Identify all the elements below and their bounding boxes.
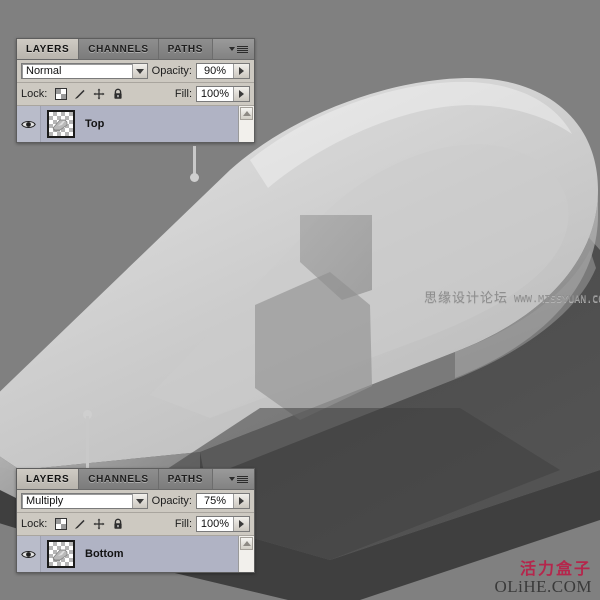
lock-image-pixels-icon[interactable] <box>74 518 86 530</box>
opacity-stepper-icon[interactable] <box>233 64 249 78</box>
eye-icon <box>21 550 36 558</box>
fill-label: Fill: <box>174 88 192 100</box>
olihe-logo: 活力盒子 OLiHE.COM <box>494 561 592 596</box>
blend-opacity-row: Normal Opacity: 90% <box>17 60 254 83</box>
fill-field[interactable]: 100% <box>196 516 250 532</box>
layer-row[interactable]: Top <box>17 106 254 142</box>
opacity-field[interactable]: 75% <box>196 493 250 509</box>
lock-all-icon[interactable] <box>112 518 124 530</box>
callout-stem <box>193 146 196 176</box>
layer-name: Bottom <box>85 548 124 560</box>
olihe-logo-cn: 活力盒子 <box>519 559 592 579</box>
lock-transparent-pixels-icon[interactable] <box>55 88 68 100</box>
tab-layers[interactable]: LAYERS <box>17 39 80 59</box>
lock-icon-group <box>55 518 124 530</box>
fill-label: Fill: <box>174 518 192 530</box>
layer-visibility-toggle[interactable] <box>17 536 41 572</box>
watermark-cn-text: 思缘设计论坛 <box>424 291 509 306</box>
fill-field[interactable]: 100% <box>196 86 250 102</box>
layer-list: Bottom <box>17 536 254 572</box>
tab-layers[interactable]: LAYERS <box>17 469 80 489</box>
layer-thumbnail[interactable] <box>47 110 75 138</box>
panel-menu-icon[interactable] <box>223 469 254 489</box>
panel-tab-strip: LAYERS CHANNELS PATHS <box>17 39 254 60</box>
eye-icon <box>21 120 36 128</box>
tab-channels[interactable]: CHANNELS <box>79 469 159 489</box>
scroll-up-icon[interactable] <box>240 537 253 550</box>
opacity-label: Opacity: <box>151 65 192 77</box>
layer-thumbnail-art <box>52 119 68 132</box>
blend-mode-value: Multiply <box>26 495 64 507</box>
layer-thumbnail[interactable] <box>47 540 75 568</box>
layer-visibility-toggle[interactable] <box>17 106 41 142</box>
tab-channels[interactable]: CHANNELS <box>79 39 159 59</box>
olihe-logo-en: OLiHE.COM <box>494 577 592 597</box>
blend-mode-select[interactable]: Normal <box>21 63 148 79</box>
opacity-value: 90% <box>197 64 233 78</box>
screenshot-canvas: LAYERS CHANNELS PATHS Normal Opacity: 90… <box>0 0 600 600</box>
lock-transparent-pixels-icon[interactable] <box>55 518 68 530</box>
tab-paths[interactable]: PATHS <box>158 469 214 489</box>
lock-icon-group <box>55 88 124 100</box>
opacity-value: 75% <box>197 494 233 508</box>
watermark-missyuan: 思缘设计论坛 WWW.MISSYUAN.COM <box>424 287 600 306</box>
hamburger-icon <box>237 475 248 483</box>
layer-list-scrollbar[interactable] <box>238 106 254 142</box>
lock-all-icon[interactable] <box>112 88 124 100</box>
tab-paths[interactable]: PATHS <box>158 39 214 59</box>
lock-fill-row: Lock: Fill: 100% <box>17 513 254 536</box>
chevron-down-icon <box>229 477 235 481</box>
fill-value: 100% <box>197 517 233 531</box>
lock-fill-row: Lock: Fill: 100% <box>17 83 254 106</box>
blend-mode-select[interactable]: Multiply <box>21 493 148 509</box>
lock-label: Lock: <box>21 88 48 100</box>
layer-thumbnail-art <box>52 549 68 562</box>
layers-panel-top: LAYERS CHANNELS PATHS Normal Opacity: 90… <box>16 38 255 143</box>
layer-list: Top <box>17 106 254 142</box>
lock-position-icon[interactable] <box>93 88 105 100</box>
fill-stepper-icon[interactable] <box>233 517 249 531</box>
bottom-callout-pin <box>83 410 92 472</box>
scroll-up-icon[interactable] <box>240 107 253 120</box>
top-callout-pin <box>190 146 199 182</box>
layer-row[interactable]: Bottom <box>17 536 254 572</box>
blend-mode-value: Normal <box>26 65 62 77</box>
fill-stepper-icon[interactable] <box>233 87 249 101</box>
layer-list-scrollbar[interactable] <box>238 536 254 572</box>
opacity-stepper-icon[interactable] <box>233 494 249 508</box>
watermark-url-text: WWW.MISSYUAN.COM <box>514 294 600 305</box>
opacity-field[interactable]: 90% <box>196 63 250 79</box>
panel-menu-icon[interactable] <box>223 39 254 59</box>
panel-tab-strip: LAYERS CHANNELS PATHS <box>17 469 254 490</box>
chevron-down-icon[interactable] <box>131 64 147 78</box>
hamburger-icon <box>237 45 248 53</box>
lock-label: Lock: <box>21 518 48 530</box>
fill-value: 100% <box>197 87 233 101</box>
blend-opacity-row: Multiply Opacity: 75% <box>17 490 254 513</box>
lock-image-pixels-icon[interactable] <box>74 88 86 100</box>
chevron-down-icon[interactable] <box>131 494 147 508</box>
layer-name: Top <box>85 118 105 130</box>
callout-stem <box>86 416 89 472</box>
callout-ball <box>190 173 199 182</box>
lock-position-icon[interactable] <box>93 518 105 530</box>
layers-panel-bottom: LAYERS CHANNELS PATHS Multiply Opacity: … <box>16 468 255 573</box>
chevron-down-icon <box>229 47 235 51</box>
opacity-label: Opacity: <box>151 495 192 507</box>
